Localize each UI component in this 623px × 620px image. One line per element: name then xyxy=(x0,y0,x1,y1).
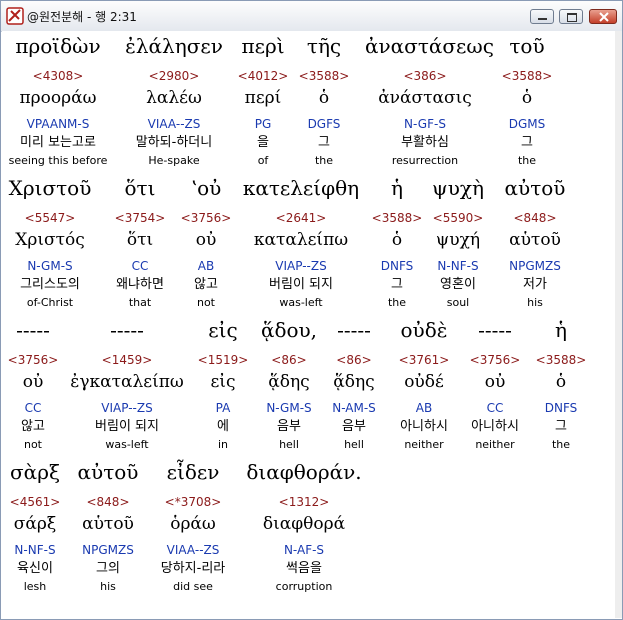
strongs-number[interactable]: <3588> xyxy=(467,70,587,82)
greek-word: ἡ xyxy=(555,318,567,342)
parsing-code: VPAANM-S xyxy=(26,117,90,131)
vertical-scrollbar[interactable] xyxy=(615,31,622,618)
korean-gloss: 썩음을 xyxy=(286,561,322,576)
lemma: ὁ xyxy=(521,88,533,108)
english-gloss: the xyxy=(517,154,537,167)
minimize-icon xyxy=(538,18,547,20)
strongs-number[interactable]: <3588> xyxy=(501,354,615,366)
close-icon xyxy=(599,12,609,22)
english-gloss: seeing this before xyxy=(8,154,108,167)
greek-word: τοῦ xyxy=(509,34,545,58)
korean-gloss: 당하지-리라 xyxy=(160,561,226,576)
korean-gloss: 그 xyxy=(555,419,567,434)
parsing-code: DNFS xyxy=(544,401,578,415)
english-gloss: his xyxy=(527,296,543,309)
greek-word: διαφθοράν. xyxy=(246,460,362,484)
english-gloss: did see xyxy=(173,580,213,593)
app-logo-icon xyxy=(6,7,24,25)
strongs-number[interactable]: <*3708> xyxy=(133,496,253,508)
korean-gloss: 그 xyxy=(521,135,533,150)
main-window: @원전분해 - 행 2:31 προϊδὼν <4308> προοράω VP… xyxy=(0,0,623,620)
parsing-code: VIAA--ZS xyxy=(166,543,220,557)
strongs-number[interactable]: <1312> xyxy=(244,496,364,508)
maximize-icon xyxy=(567,13,577,22)
english-gloss: corruption xyxy=(275,580,333,593)
lemma: προοράω xyxy=(19,88,97,108)
maximize-button[interactable] xyxy=(559,9,583,24)
parsing-code: DGMS xyxy=(508,117,546,131)
english-gloss: the xyxy=(551,438,571,451)
title-bar[interactable]: @원전분해 - 행 2:31 xyxy=(1,1,622,32)
interlinear-view[interactable]: προϊδὼν <4308> προοράω VPAANM-S 미리 보는고로 … xyxy=(2,31,615,618)
greek-word: προϊδὼν xyxy=(15,34,101,58)
lemma: ὁράω xyxy=(170,514,216,534)
strongs-number[interactable]: <848> xyxy=(475,212,595,224)
lemma: ὁ xyxy=(555,372,567,392)
lemma: αὑτοῦ xyxy=(509,230,561,250)
lemma: διαφθορά xyxy=(262,514,346,534)
greek-word: εἶδεν xyxy=(166,460,220,484)
window-title: @원전분해 - 행 2:31 xyxy=(27,10,137,24)
parsing-code: N-AF-S xyxy=(283,543,325,557)
greek-word: αὐτοῦ xyxy=(504,176,566,200)
parsing-code: NPGMZS xyxy=(509,259,561,273)
minimize-button[interactable] xyxy=(530,9,554,24)
strongs-number[interactable]: <4308> xyxy=(2,70,118,82)
korean-gloss: 미리 보는고로 xyxy=(20,135,96,150)
korean-gloss: 저가 xyxy=(523,277,547,292)
close-button[interactable] xyxy=(589,9,617,24)
